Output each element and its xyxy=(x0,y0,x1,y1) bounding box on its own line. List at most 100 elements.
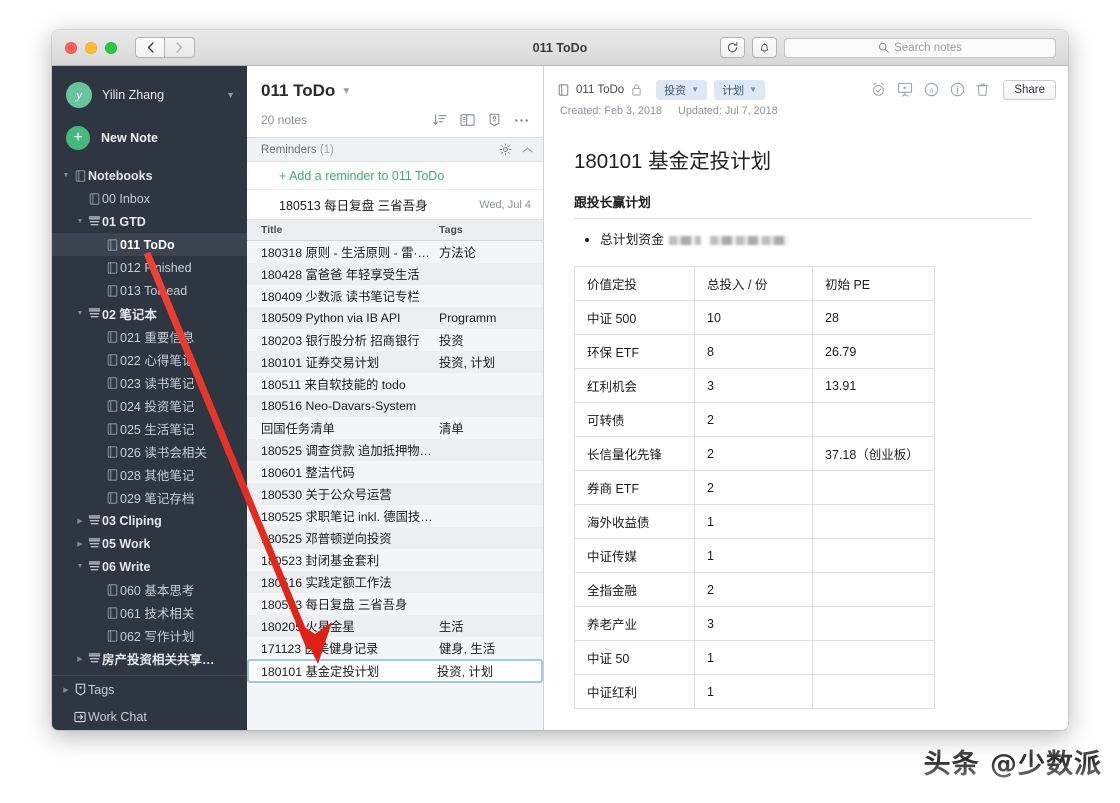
note-row[interactable]: 180205 火星金星 生活 xyxy=(247,615,543,637)
sidebar-item-024-投资笔记[interactable]: 024 投资笔记 xyxy=(52,394,247,417)
sidebar-item-061-技术相关[interactable]: 061 技术相关 xyxy=(52,601,247,624)
note-row[interactable]: 180101 证券交易计划 投资, 计划 xyxy=(247,351,543,373)
note-row-tags: Programm xyxy=(439,311,497,325)
reminder-item[interactable]: 180513 每日复盘 三省吾身 Wed, Jul 4 xyxy=(247,190,543,220)
note-row[interactable]: 180601 整洁代码 xyxy=(247,461,543,483)
gear-icon[interactable] xyxy=(499,143,512,156)
column-header-tags[interactable]: Tags xyxy=(439,224,543,236)
note-row[interactable]: 180509 Python via IB API Programm xyxy=(247,307,543,329)
more-icon[interactable] xyxy=(514,118,529,123)
note-row[interactable]: 180516 实践定额工作法 xyxy=(247,571,543,593)
sidebar-item-022-心得笔记[interactable]: 022 心得笔记 xyxy=(52,348,247,371)
sidebar-item-03-cliping[interactable]: ▶ 03 Cliping xyxy=(52,509,247,532)
sidebar-item-work-chat[interactable]: Work Chat xyxy=(52,703,247,730)
table-cell: 全指金融 xyxy=(574,572,695,607)
avatar: y xyxy=(66,82,92,108)
column-header-title[interactable]: Title xyxy=(247,224,439,236)
note-row[interactable]: 180203 银行股分析 招商银行 投资 xyxy=(247,329,543,351)
chevron-down-icon[interactable]: ▼ xyxy=(226,90,235,100)
note-list-header: 011 ToDo ▼ 20 notes xyxy=(247,66,543,137)
new-note-button[interactable]: + New Note xyxy=(52,120,247,164)
chevron-down-icon[interactable]: ▼ xyxy=(341,86,351,97)
note-content[interactable]: 180101 基金定投计划 跟投长赢计划 总计划资金 价值定投总投入 / 份初始… xyxy=(544,126,1068,730)
chevron-right-icon[interactable]: ▶ xyxy=(74,655,86,663)
sidebar-item-notebooks[interactable]: ▼ Notebooks xyxy=(52,164,247,187)
chevron-down-icon[interactable]: ▼ xyxy=(74,310,86,317)
sidebar-item-026-读书会相关[interactable]: 026 读书会相关 xyxy=(52,440,247,463)
chevron-right-icon[interactable]: ▶ xyxy=(74,517,86,525)
notebook-icon xyxy=(104,491,120,504)
notebook-icon xyxy=(104,606,120,619)
view-layout-icon[interactable] xyxy=(460,113,475,127)
svg-text:a: a xyxy=(930,86,934,95)
sidebar-item-060-基本思考[interactable]: 060 基本思考 xyxy=(52,578,247,601)
note-row[interactable]: 180516 Neo-Davars-System xyxy=(247,395,543,417)
note-row-title: 171123 医美健身记录 xyxy=(261,642,379,656)
chevron-down-icon[interactable]: ▼ xyxy=(749,85,757,94)
sidebar-item-房产投资相关共享…[interactable]: ▶ 房产投资相关共享… xyxy=(52,647,247,670)
search-input[interactable]: Search notes xyxy=(784,37,1056,58)
note-row[interactable]: 180428 富爸爸 年轻享受生活 xyxy=(247,263,543,285)
reminder-icon[interactable] xyxy=(871,82,886,97)
note-tag-chip[interactable]: 投资 ▼ xyxy=(656,79,708,100)
chevron-down-icon[interactable]: ▼ xyxy=(60,172,72,179)
account-row[interactable]: y Yilin Zhang ▼ xyxy=(52,66,247,120)
sidebar-item-021-重要信息[interactable]: 021 重要信息 xyxy=(52,325,247,348)
sidebar-item-011-todo[interactable]: 011 ToDo xyxy=(52,233,247,256)
note-row-title: 180530 关于公众号运营 xyxy=(261,488,392,502)
sidebar-item-01-gtd[interactable]: ▼ 01 GTD xyxy=(52,210,247,233)
chevron-down-icon[interactable]: ▼ xyxy=(74,218,86,225)
note-row[interactable]: 180409 少数派 读书笔记专栏 xyxy=(247,285,543,307)
note-row[interactable]: 180523 封闭基金套利 xyxy=(247,549,543,571)
sidebar-item-tags[interactable]: ▶ Tags xyxy=(52,676,247,703)
notebook-icon xyxy=(104,284,120,297)
chevron-right-icon[interactable]: ▶ xyxy=(74,540,86,548)
sidebar-item-028-其他笔记[interactable]: 028 其他笔记 xyxy=(52,463,247,486)
tag-icon[interactable] xyxy=(488,113,501,127)
note-row[interactable]: 180525 求职笔记 inkl. 德国技术牛… xyxy=(247,505,543,527)
sidebar-item-029-笔记存档[interactable]: 029 笔记存档 xyxy=(52,486,247,509)
table-cell: 1 xyxy=(694,640,813,675)
sidebar-item-023-读书笔记[interactable]: 023 读书笔记 xyxy=(52,371,247,394)
chevron-right-icon[interactable]: ▶ xyxy=(60,686,72,694)
sidebar-item-02-笔记本[interactable]: ▼ 02 笔记本 xyxy=(52,302,247,325)
presentation-icon[interactable] xyxy=(897,82,913,97)
note-row[interactable]: 180318 原则 - 生活原则 - 雷·达里奥 方法论 xyxy=(247,241,543,263)
note-row[interactable]: 回国任务清单 清单 xyxy=(247,417,543,439)
note-subheading: 跟投长赢计划 xyxy=(574,195,651,210)
notifications-button[interactable] xyxy=(752,37,777,58)
chevron-up-icon[interactable] xyxy=(522,146,533,154)
info-icon[interactable] xyxy=(950,82,965,97)
sync-button[interactable] xyxy=(720,37,745,58)
annotate-icon[interactable]: a xyxy=(924,82,939,97)
minimize-icon[interactable] xyxy=(85,41,97,54)
forward-button[interactable] xyxy=(165,37,195,58)
sidebar-item-00-inbox[interactable]: 00 Inbox xyxy=(52,187,247,210)
chevron-down-icon[interactable]: ▼ xyxy=(691,85,699,94)
sidebar-item-05-work[interactable]: ▶ 05 Work xyxy=(52,532,247,555)
sidebar-item-06-write[interactable]: ▼ 06 Write xyxy=(52,555,247,578)
note-row[interactable]: 171123 医美健身记录 健身, 生活 xyxy=(247,637,543,659)
trash-icon[interactable] xyxy=(976,82,989,97)
zoom-icon[interactable] xyxy=(105,41,117,54)
share-button[interactable]: Share xyxy=(1003,79,1056,100)
note-row[interactable]: 180530 关于公众号运营 xyxy=(247,483,543,505)
note-row-selected[interactable]: 180101 基金定投计划 投资, 计划 xyxy=(247,659,543,683)
note-list-title-row[interactable]: 011 ToDo ▼ xyxy=(261,81,529,101)
close-icon[interactable] xyxy=(65,41,77,54)
note-tag-chip[interactable]: 计划 ▼ xyxy=(714,79,766,100)
add-reminder-button[interactable]: + Add a reminder to 011 ToDo xyxy=(247,162,543,190)
sort-icon[interactable] xyxy=(433,113,447,127)
note-row[interactable]: 180513 每日复盘 三省吾身 xyxy=(247,593,543,615)
lock-icon[interactable] xyxy=(631,83,642,96)
note-row[interactable]: 180525 调查贷款 追加抵押物的相… xyxy=(247,439,543,461)
sidebar-item-013-toread[interactable]: 013 ToRead xyxy=(52,279,247,302)
sidebar-item-062-写作计划[interactable]: 062 写作计划 xyxy=(52,624,247,647)
note-row[interactable]: 180511 来自软技能的 todo xyxy=(247,373,543,395)
note-row[interactable]: 180525 邓普顿逆向投资 xyxy=(247,527,543,549)
back-button[interactable] xyxy=(135,37,165,58)
sidebar-item-012-finished[interactable]: 012 Finished xyxy=(52,256,247,279)
chevron-down-icon[interactable]: ▼ xyxy=(74,563,86,570)
note-notebook-name[interactable]: 011 ToDo xyxy=(576,84,624,96)
sidebar-item-025-生活笔记[interactable]: 025 生活笔记 xyxy=(52,417,247,440)
